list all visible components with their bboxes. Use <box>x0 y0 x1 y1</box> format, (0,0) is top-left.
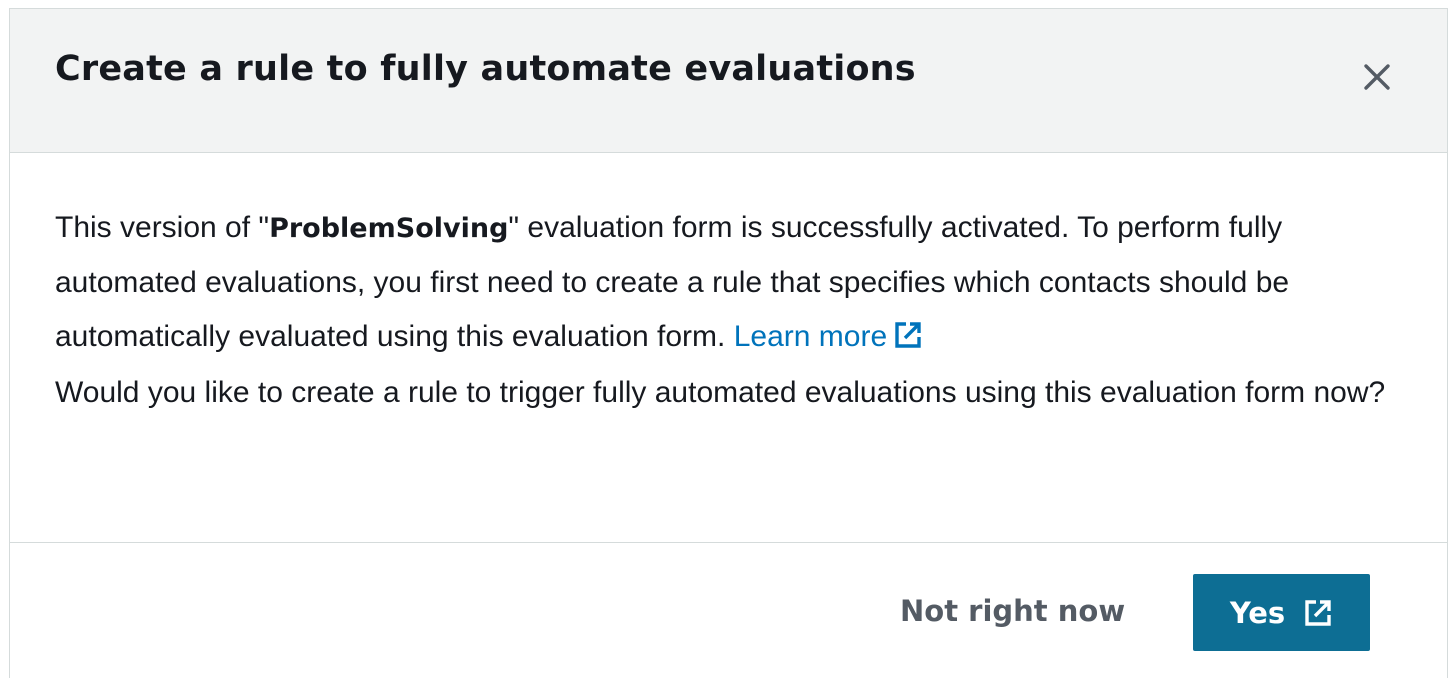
close-icon <box>1364 64 1390 90</box>
modal-header: Create a rule to fully automate evaluati… <box>10 9 1447 153</box>
learn-more-label: Learn more <box>733 320 888 353</box>
not-right-now-button[interactable]: Not right now <box>878 573 1147 649</box>
external-link-icon <box>895 322 921 348</box>
modal-footer: Not right now Yes <box>10 542 1447 680</box>
external-link-icon <box>1305 599 1331 626</box>
message-prefix: This version of " <box>55 211 270 244</box>
modal-title: Create a rule to fully automate evaluati… <box>55 49 916 89</box>
learn-more-link[interactable]: Learn more <box>734 320 923 353</box>
yes-button-label: Yes <box>1229 595 1286 630</box>
form-name: ProblemSolving <box>269 213 509 244</box>
yes-button[interactable]: Yes <box>1193 574 1370 651</box>
prompt-question: Would you like to create a rule to trigg… <box>55 376 1386 409</box>
close-button[interactable] <box>1355 55 1399 99</box>
modal-dialog: Create a rule to fully automate evaluati… <box>9 8 1448 678</box>
activation-message: This version of "ProblemSolving" evaluat… <box>55 201 1402 364</box>
modal-body: This version of "ProblemSolving" evaluat… <box>55 201 1402 420</box>
